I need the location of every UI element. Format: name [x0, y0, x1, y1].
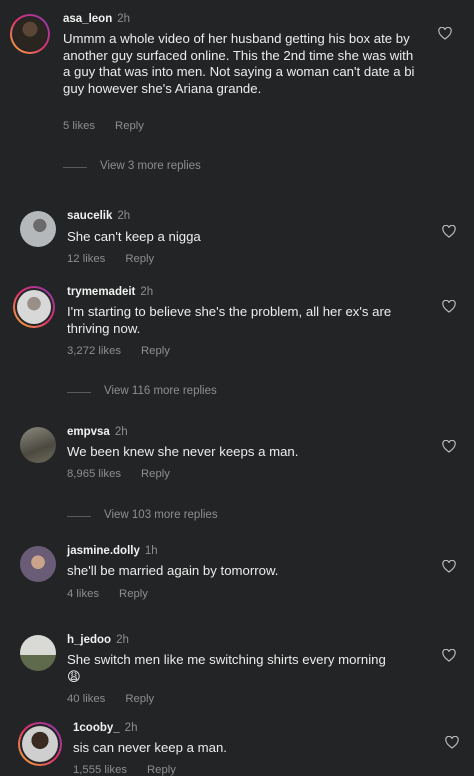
- avatar[interactable]: [20, 635, 56, 671]
- heart-outline-icon[interactable]: [442, 300, 456, 313]
- like-count[interactable]: 4 likes: [67, 588, 99, 600]
- comment-username[interactable]: h_jedoo 2h: [67, 634, 129, 646]
- heart-outline-icon[interactable]: [442, 225, 456, 238]
- like-count[interactable]: 8,965 likes: [67, 468, 121, 480]
- like-count[interactable]: 1,555 likes: [73, 764, 127, 776]
- like-count[interactable]: 3,272 likes: [67, 345, 121, 357]
- comment-time: 2h: [140, 286, 154, 298]
- comment-time: 2h: [117, 13, 131, 25]
- divider: [63, 167, 87, 168]
- like-count[interactable]: 5 likes: [63, 120, 95, 132]
- reply-button[interactable]: Reply: [119, 588, 148, 600]
- comment-username[interactable]: empvsa 2h: [67, 426, 128, 438]
- comment-text: She switch men like me switching shirts …: [67, 652, 386, 684]
- comment-time: 2h: [117, 210, 131, 222]
- comment-text: We been knew she never keeps a man.: [67, 444, 299, 459]
- comment-text: She can't keep a nigga: [67, 229, 201, 244]
- comment-time: 2h: [116, 634, 129, 646]
- avatar[interactable]: [20, 546, 56, 582]
- comment-text: Ummm a whole video of her husband gettin…: [63, 31, 415, 96]
- comment-time: 1h: [144, 545, 158, 557]
- heart-outline-icon[interactable]: [442, 560, 456, 573]
- comment-text: sis can never keep a man.: [73, 740, 227, 755]
- comment-username[interactable]: saucelik 2h: [67, 210, 130, 222]
- avatar[interactable]: [20, 211, 56, 247]
- comment-username[interactable]: 1cooby_ 2h: [73, 722, 137, 734]
- heart-outline-icon[interactable]: [442, 440, 456, 453]
- comment-text: I'm starting to believe she's the proble…: [67, 304, 392, 336]
- comment-username[interactable]: trymemadeit 2h: [67, 286, 153, 298]
- heart-outline-icon[interactable]: [442, 649, 456, 662]
- comment-time: 2h: [114, 426, 128, 438]
- reply-button[interactable]: Reply: [115, 120, 144, 132]
- avatar[interactable]: [13, 286, 55, 328]
- reply-button[interactable]: Reply: [125, 693, 154, 705]
- reply-button[interactable]: Reply: [125, 253, 154, 265]
- reply-button[interactable]: Reply: [141, 345, 170, 357]
- heart-outline-icon[interactable]: [438, 27, 452, 40]
- comment-username[interactable]: asa_leon 2h: [63, 13, 130, 25]
- avatar[interactable]: [18, 722, 62, 766]
- reply-button[interactable]: Reply: [141, 468, 170, 480]
- avatar[interactable]: [10, 14, 50, 54]
- comment-time: 2h: [124, 722, 138, 734]
- like-count[interactable]: 40 likes: [67, 693, 105, 705]
- heart-outline-icon[interactable]: [445, 736, 459, 749]
- avatar[interactable]: [20, 427, 56, 463]
- divider: [67, 516, 91, 517]
- comment-text: she'll be married again by tomorrow.: [67, 563, 279, 578]
- like-count[interactable]: 12 likes: [67, 253, 105, 265]
- divider: [67, 392, 91, 393]
- reply-button[interactable]: Reply: [147, 764, 176, 776]
- comment-username[interactable]: jasmine.dolly 1h: [67, 545, 158, 557]
